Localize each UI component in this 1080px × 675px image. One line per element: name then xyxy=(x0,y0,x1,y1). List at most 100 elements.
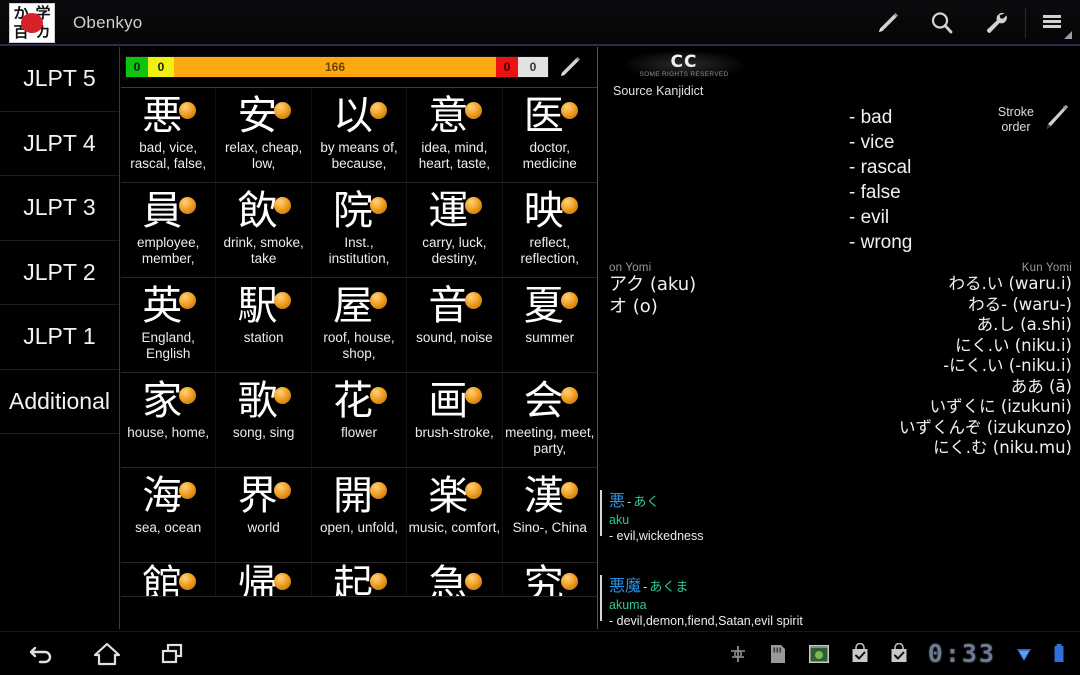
vocab-gloss: - devil,demon,fiend,Satan,evil spirit xyxy=(609,613,1080,629)
kun-yomi-item: わる.い (waru.i) xyxy=(899,274,1072,295)
wifi-icon[interactable] xyxy=(1015,644,1033,664)
vocab-headword: 悪-あく xyxy=(609,491,1080,513)
app-logo[interactable]: か 学 百 カ xyxy=(9,3,55,43)
kanji-cell[interactable]: 悪bad, vice, rascal, false, xyxy=(121,88,216,183)
kanji-cell[interactable]: 花flower xyxy=(312,373,407,468)
kanji-cell[interactable]: 医doctor, medicine xyxy=(503,88,597,183)
sidebar-item-jlpt3[interactable]: JLPT 3 xyxy=(0,176,119,241)
cc-icon: CC SOME RIGHTS RESERVED xyxy=(626,51,743,78)
menu-icon[interactable] xyxy=(1028,0,1080,45)
back-icon[interactable] xyxy=(24,637,58,671)
kanji-cell[interactable]: 界world xyxy=(216,468,311,563)
status-dot xyxy=(561,102,578,119)
sidebar-item-jlpt1[interactable]: JLPT 1 xyxy=(0,305,119,370)
progress-segment-green: 0 xyxy=(126,57,148,77)
status-dot xyxy=(465,197,482,214)
meaning-item: - false xyxy=(849,180,1049,205)
vocab-entry[interactable]: 悪魔-あくま akuma - devil,demon,fiend,Satan,e… xyxy=(599,572,1080,635)
kanji-cell[interactable]: 夏summer xyxy=(503,278,597,373)
kanji-cell[interactable]: 安relax, cheap, low, xyxy=(216,88,311,183)
kanji-cell[interactable]: 意idea, mind, heart, taste, xyxy=(407,88,502,183)
vocab-entry[interactable]: 悪-あく aku - evil,wickedness xyxy=(599,487,1080,550)
navigation-buttons xyxy=(24,637,190,671)
kanji-char: 界 xyxy=(238,472,278,520)
kanji-cell[interactable]: 究 xyxy=(503,563,597,597)
status-dot xyxy=(274,292,291,309)
kanji-cell[interactable]: 帰 xyxy=(216,563,311,597)
kanji-meaning: by means of, because, xyxy=(312,140,406,172)
kanji-cell[interactable]: 英England, English xyxy=(121,278,216,373)
kanji-cell[interactable]: 員employee, member, xyxy=(121,183,216,278)
screenshot-icon[interactable] xyxy=(807,643,831,665)
kanji-cell[interactable]: 起 xyxy=(312,563,407,597)
kanji-meaning: idea, mind, heart, taste, xyxy=(407,140,501,172)
meaning-item: - rascal xyxy=(849,155,1049,180)
search-icon[interactable] xyxy=(915,0,969,45)
status-dot xyxy=(179,573,196,590)
vocabulary-list[interactable]: 悪-あく aku - evil,wickedness 悪魔-あくま akuma … xyxy=(599,487,1080,635)
kanji-meaning: doctor, medicine xyxy=(503,140,597,172)
kanji-cell[interactable]: 飲drink, smoke, take xyxy=(216,183,311,278)
system-bar: 0:33 xyxy=(0,631,1080,675)
kanji-cell[interactable]: 運carry, luck, destiny, xyxy=(407,183,502,278)
kanji-cell[interactable]: 家house, home, xyxy=(121,373,216,468)
kanji-cell[interactable]: 歌song, sing xyxy=(216,373,311,468)
kanji-cell[interactable]: 音sound, noise xyxy=(407,278,502,373)
kanji-cell[interactable]: 館 xyxy=(121,563,216,597)
sd-card-icon[interactable] xyxy=(768,642,788,666)
kanji-cell[interactable]: 屋roof, house, shop, xyxy=(312,278,407,373)
pencil-icon[interactable] xyxy=(861,0,915,45)
kanji-char: 映 xyxy=(524,187,564,235)
kanji-cell[interactable]: 院Inst., institution, xyxy=(312,183,407,278)
progress-bar[interactable]: 0 0 166 0 0 xyxy=(125,56,549,78)
recents-icon[interactable] xyxy=(156,637,190,671)
titlebar-accent-line xyxy=(0,44,1080,46)
wrench-icon[interactable] xyxy=(969,0,1023,45)
source-label: Source Kanjidict xyxy=(609,84,759,98)
sidebar-item-jlpt4[interactable]: JLPT 4 xyxy=(0,112,119,177)
progress-segment-orange: 166 xyxy=(174,57,496,77)
sidebar-item-additional[interactable]: Additional xyxy=(0,370,119,435)
status-dot xyxy=(179,102,196,119)
on-yomi-label: on Yomi xyxy=(609,262,696,274)
kanji-meaning: Inst., institution, xyxy=(312,235,406,267)
cc-sublabel: SOME RIGHTS RESERVED xyxy=(640,71,729,78)
battery-icon[interactable] xyxy=(1052,643,1066,665)
kanji-cell[interactable]: 開open, unfold, xyxy=(312,468,407,563)
menu-corner-marker xyxy=(1064,31,1072,39)
status-dot xyxy=(561,292,578,309)
usb-debug-icon[interactable] xyxy=(727,643,749,665)
sidebar-item-jlpt2[interactable]: JLPT 2 xyxy=(0,241,119,306)
license-badge: CC SOME RIGHTS RESERVED Source Kanjidict xyxy=(609,51,759,98)
status-dot xyxy=(370,197,387,214)
kanji-cell[interactable]: 漢Sino-, China xyxy=(503,468,597,563)
system-clock[interactable]: 0:33 xyxy=(928,639,996,668)
status-dot xyxy=(274,387,291,404)
kanji-cell[interactable]: 会meeting, meet, party, xyxy=(503,373,597,468)
kanji-meaning: open, unfold, xyxy=(312,520,406,536)
status-dot xyxy=(370,292,387,309)
kanji-char: 歌 xyxy=(238,377,278,425)
kanji-cell[interactable]: 画brush-stroke, xyxy=(407,373,502,468)
progress-segment-yellow: 0 xyxy=(148,57,174,77)
kanji-char: 花 xyxy=(333,377,373,425)
kanji-char: 会 xyxy=(524,377,564,425)
kanji-cell[interactable]: 海sea, ocean xyxy=(121,468,216,563)
home-icon[interactable] xyxy=(90,637,124,671)
pencil-icon[interactable] xyxy=(549,54,591,80)
kanji-cell[interactable]: 楽music, comfort, xyxy=(407,468,502,563)
checked-bag-icon-2[interactable] xyxy=(889,643,909,665)
kanji-cell[interactable]: 以by means of, because, xyxy=(312,88,407,183)
kanji-cell[interactable]: 映reflect, reflection, xyxy=(503,183,597,278)
sidebar-item-jlpt5[interactable]: JLPT 5 xyxy=(0,47,119,112)
kanji-cell[interactable]: 急 xyxy=(407,563,502,597)
vocab-headword: 悪魔-あくま xyxy=(609,576,1080,598)
kanji-cell[interactable]: 駅station xyxy=(216,278,311,373)
kanji-grid: 悪bad, vice, rascal, false, 安relax, cheap… xyxy=(121,88,597,597)
kanji-grid-scroll[interactable]: 悪bad, vice, rascal, false, 安relax, cheap… xyxy=(121,87,597,629)
kanji-meaning: England, English xyxy=(121,330,215,362)
kanji-char: 海 xyxy=(142,472,182,520)
progress-row: 0 0 166 0 0 xyxy=(121,47,597,87)
kanji-meaning: song, sing xyxy=(216,425,310,441)
checked-bag-icon-1[interactable] xyxy=(850,643,870,665)
